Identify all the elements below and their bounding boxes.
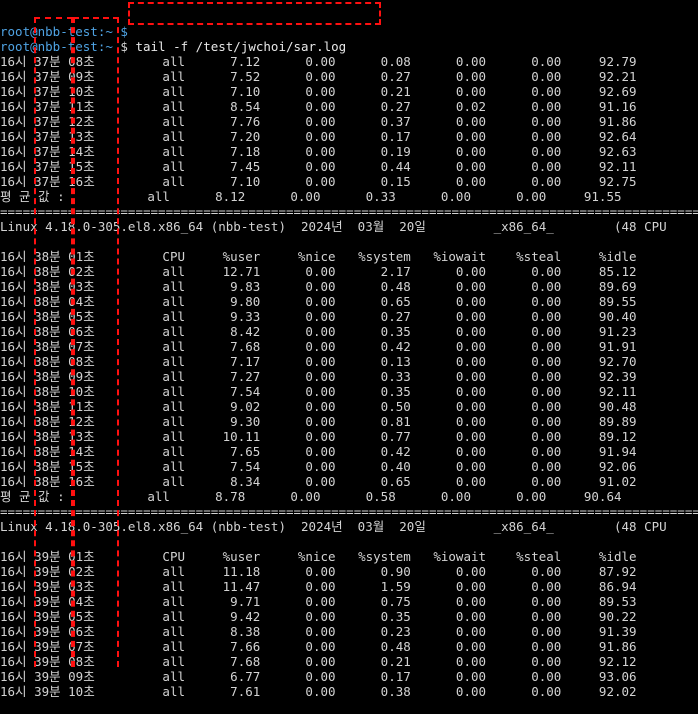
sar-row: 16시 37분 08초 all 7.12 0.00 0.08 0.00 0.00… [0, 54, 637, 69]
system-info-header: Linux 4.18.0-305.el8.x86_64 (nbb-test) 2… [0, 219, 667, 234]
sar-row: 16시 38분 14초 all 7.65 0.00 0.42 0.00 0.00… [0, 444, 637, 459]
sar-row: 16시 37분 11초 all 8.54 0.00 0.27 0.02 0.00… [0, 99, 637, 114]
sar-row: 16시 37분 15초 all 7.45 0.00 0.44 0.00 0.00… [0, 159, 637, 174]
command-text[interactable]: tail -f /test/jwchoi/sar.log [135, 39, 346, 54]
sar-row: 16시 37분 10초 all 7.10 0.00 0.21 0.00 0.00… [0, 84, 637, 99]
sar-row: 16시 37분 16초 all 7.10 0.00 0.15 0.00 0.00… [0, 174, 637, 189]
sar-row: 16시 38분 13초 all 10.11 0.00 0.77 0.00 0.0… [0, 429, 637, 444]
sar-row: 16시 38분 05초 all 9.33 0.00 0.27 0.00 0.00… [0, 309, 637, 324]
separator-line: ========================================… [0, 204, 698, 219]
sar-row: 16시 39분 02초 all 11.18 0.00 0.90 0.00 0.0… [0, 564, 637, 579]
sar-row: 16시 39분 04초 all 9.71 0.00 0.75 0.00 0.00… [0, 594, 637, 609]
sar-row: 16시 37분 13초 all 7.20 0.00 0.17 0.00 0.00… [0, 129, 637, 144]
prompt-user-host: root@nbb-test:~ $ [0, 24, 136, 39]
sar-row: 16시 39분 06초 all 8.38 0.00 0.23 0.00 0.00… [0, 624, 637, 639]
sar-row: 16시 38분 12초 all 9.30 0.00 0.81 0.00 0.00… [0, 414, 637, 429]
sar-row: 16시 37분 09초 all 7.52 0.00 0.27 0.00 0.00… [0, 69, 637, 84]
sar-row: 16시 38분 10초 all 7.54 0.00 0.35 0.00 0.00… [0, 384, 637, 399]
sar-row: 16시 38분 15초 all 7.54 0.00 0.40 0.00 0.00… [0, 459, 637, 474]
sar-row: 16시 38분 16초 all 8.34 0.00 0.65 0.00 0.00… [0, 474, 637, 489]
terminal-window[interactable]: root@nbb-test:~ $ root@nbb-test:~ $ tail… [0, 0, 698, 714]
sar-row: 16시 39분 10초 all 7.61 0.00 0.38 0.00 0.00… [0, 684, 637, 699]
sar-row: 16시 37분 14초 all 7.18 0.00 0.19 0.00 0.00… [0, 144, 637, 159]
prompt-line-current: root@nbb-test:~ $ tail -f /test/jwchoi/s… [0, 39, 698, 54]
sar-row: 16시 39분 03초 all 11.47 0.00 1.59 0.00 0.0… [0, 579, 637, 594]
sar-row: 16시 39분 05초 all 9.42 0.00 0.35 0.00 0.00… [0, 609, 637, 624]
sar-row: 16시 38분 07초 all 7.68 0.00 0.42 0.00 0.00… [0, 339, 637, 354]
sar-row: 16시 37분 12초 all 7.76 0.00 0.37 0.00 0.00… [0, 114, 637, 129]
column-header-row: 16시 39분 01초 CPU %user %nice %system %iow… [0, 549, 637, 564]
sar-row: 16시 38분 11초 all 9.02 0.00 0.50 0.00 0.00… [0, 399, 637, 414]
column-header-row: 16시 38분 01초 CPU %user %nice %system %iow… [0, 249, 637, 264]
sar-row: 16시 38분 03초 all 9.83 0.00 0.48 0.00 0.00… [0, 279, 637, 294]
prompt-line-previous: root@nbb-test:~ $ [0, 24, 698, 39]
sar-row: 16시 38분 02초 all 12.71 0.00 2.17 0.00 0.0… [0, 264, 637, 279]
sar-average-row: 평 균 값 : all 8.12 0.00 0.33 0.00 0.00 91.… [0, 189, 622, 204]
sar-row: 16시 38분 08초 all 7.17 0.00 0.13 0.00 0.00… [0, 354, 637, 369]
sar-row: 16시 38분 04초 all 9.80 0.00 0.65 0.00 0.00… [0, 294, 637, 309]
sar-row: 16시 38분 06초 all 8.42 0.00 0.35 0.00 0.00… [0, 324, 637, 339]
prompt-user-host: root@nbb-test:~ [0, 39, 113, 54]
sar-average-row: 평 균 값 : all 8.78 0.00 0.58 0.00 0.00 90.… [0, 489, 622, 504]
sar-row: 16시 39분 09초 all 6.77 0.00 0.17 0.00 0.00… [0, 669, 637, 684]
system-info-header: Linux 4.18.0-305.el8.x86_64 (nbb-test) 2… [0, 519, 667, 534]
separator-line: ========================================… [0, 504, 698, 519]
sar-row: 16시 38분 09초 all 7.27 0.00 0.33 0.00 0.00… [0, 369, 637, 384]
prompt-symbol: $ [112, 39, 136, 54]
sar-row: 16시 39분 07초 all 7.66 0.00 0.48 0.00 0.00… [0, 639, 637, 654]
terminal-output: root@nbb-test:~ $ root@nbb-test:~ $ tail… [0, 24, 698, 699]
